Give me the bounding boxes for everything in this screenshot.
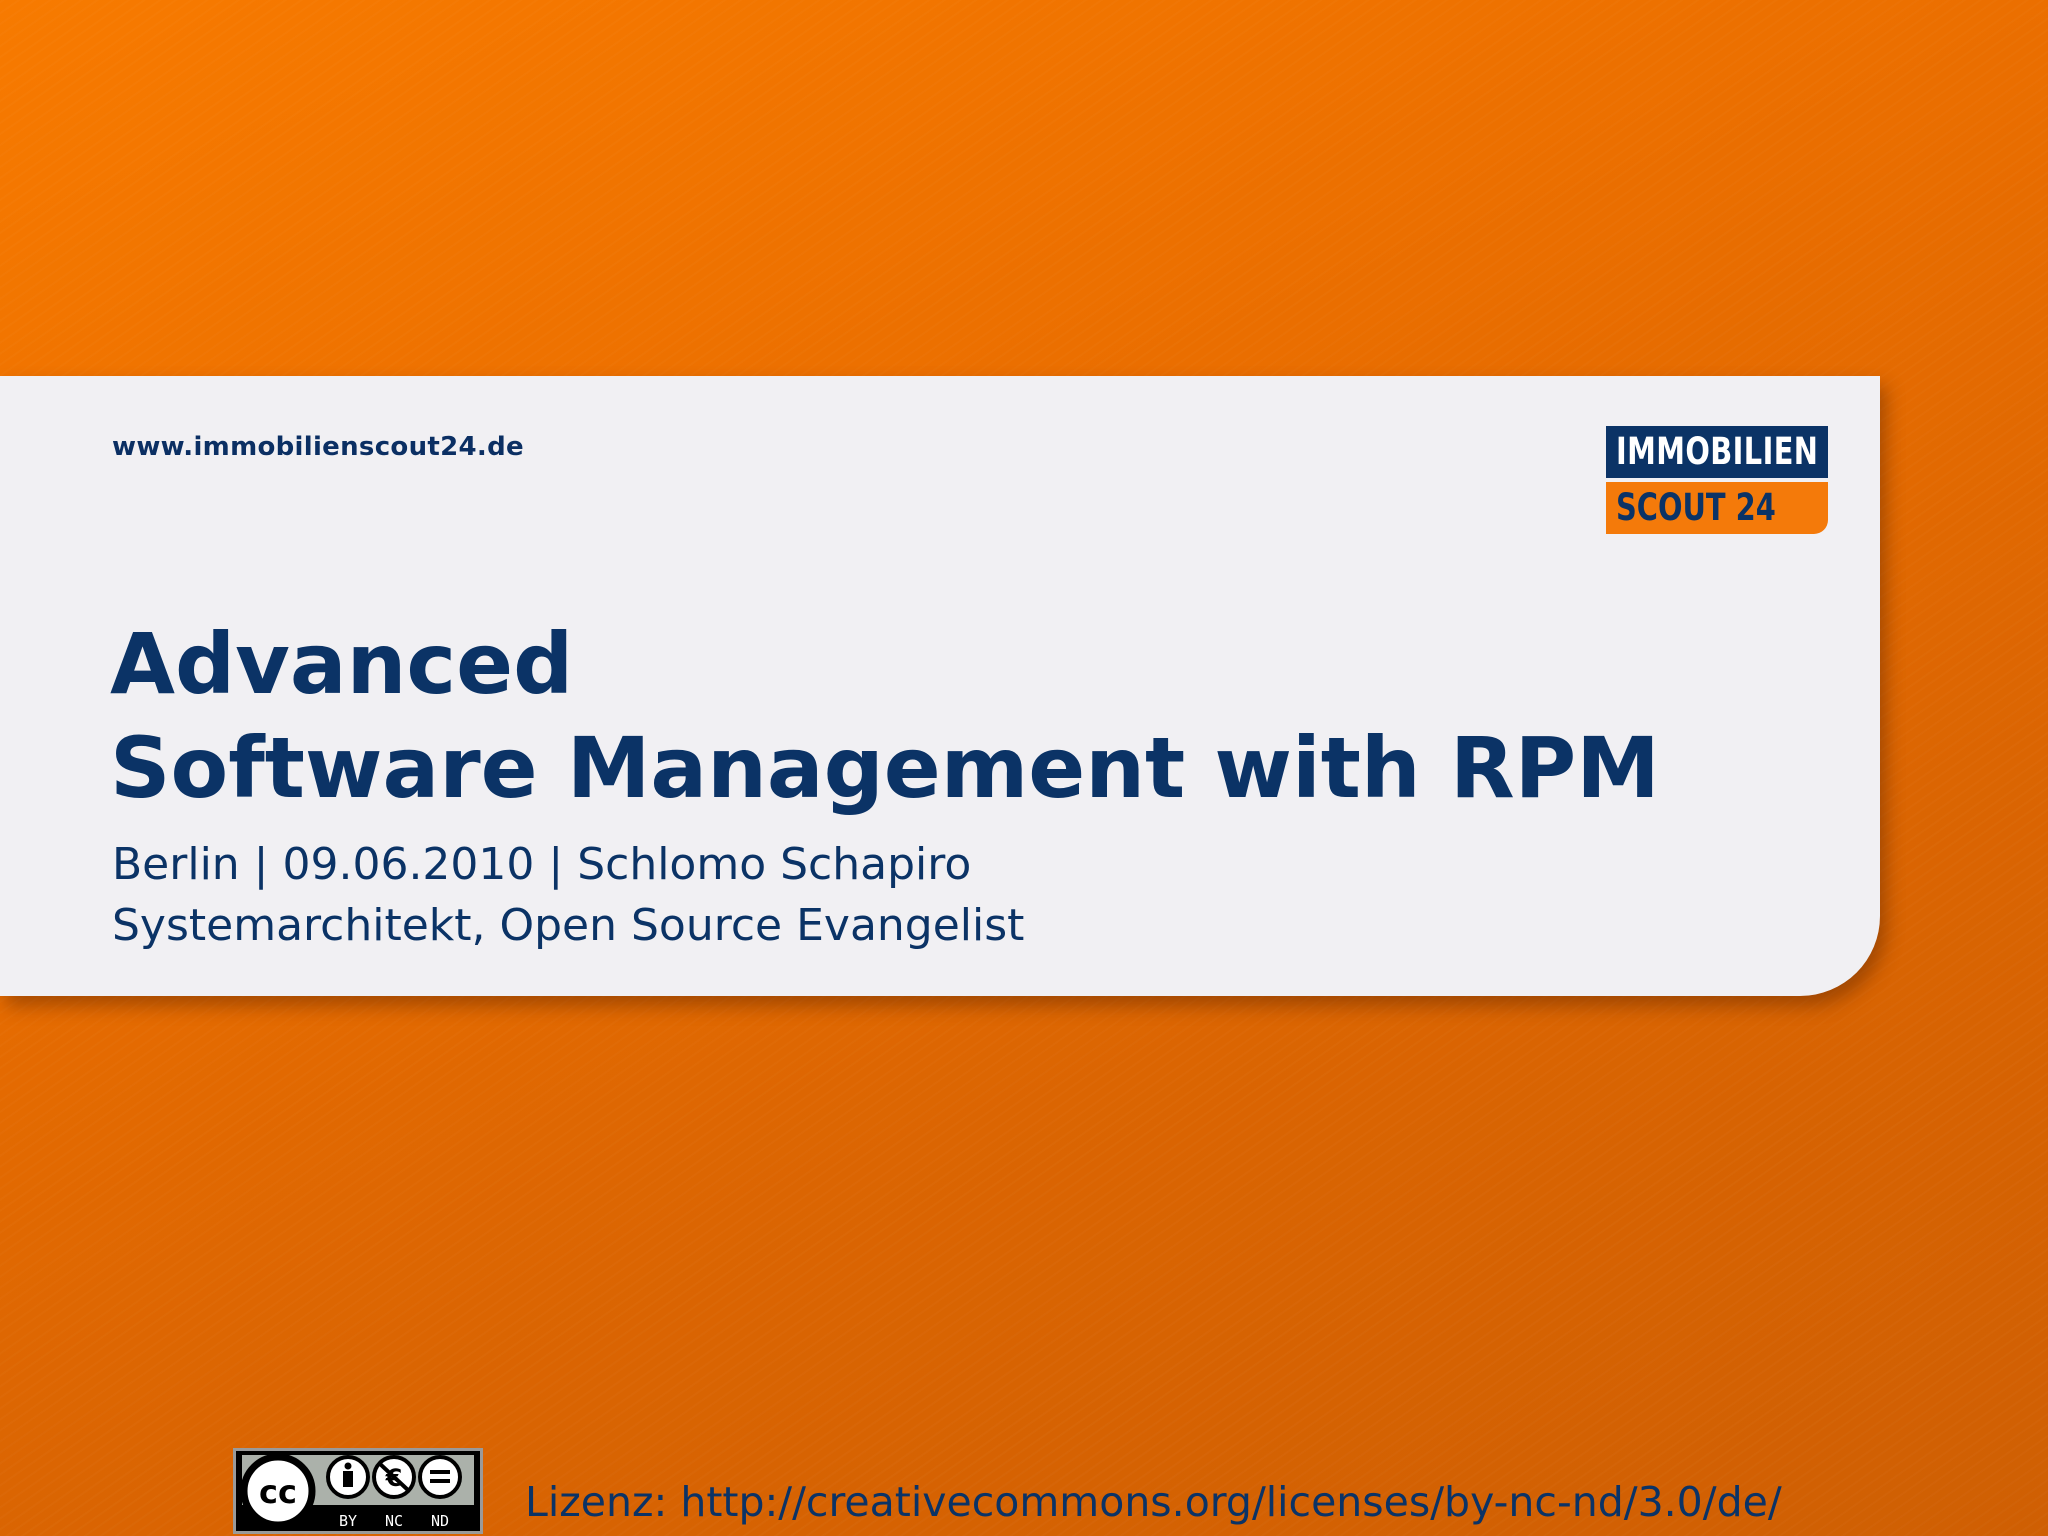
license-link[interactable]: Lizenz: http://creativecommons.org/licen…	[525, 1478, 1782, 1526]
nc-label: NC	[385, 1512, 403, 1530]
website-url[interactable]: www.immobilienscout24.de	[112, 432, 524, 462]
attribution-icon	[326, 1455, 370, 1499]
immobilienscout24-logo: IMMOBILIEN SCOUT 24	[1606, 426, 1828, 534]
nd-label: ND	[431, 1512, 449, 1530]
presentation-subtitle: Berlin | 09.06.2010 | Schlomo Schapiro S…	[112, 834, 1024, 956]
non-commercial-icon: €	[372, 1455, 416, 1499]
title-line-2: Software Management with RPM	[110, 719, 1660, 817]
logo-bottom-band: SCOUT 24	[1606, 482, 1828, 534]
no-derivatives-icon	[418, 1455, 462, 1499]
logo-line2: SCOUT 24	[1616, 486, 1776, 529]
subtitle-line-1: Berlin | 09.06.2010 | Schlomo Schapiro	[112, 839, 972, 890]
logo-top-band: IMMOBILIEN	[1606, 426, 1828, 478]
creative-commons-icon: cc	[240, 1453, 316, 1529]
title-card: www.immobilienscout24.de IMMOBILIEN SCOU…	[0, 376, 1880, 996]
presentation-title: Advanced Software Management with RPM	[110, 612, 1660, 820]
cc-badge-graphic: cc € BY NC ND	[236, 1451, 480, 1531]
subtitle-line-2: Systemarchitekt, Open Source Evangelist	[112, 900, 1025, 951]
title-line-1: Advanced	[110, 615, 574, 713]
cc-license-badge[interactable]: cc € BY NC ND	[233, 1448, 483, 1534]
by-label: BY	[339, 1512, 357, 1530]
logo-line1: IMMOBILIEN	[1616, 430, 1819, 473]
cc-letters: cc	[259, 1473, 297, 1511]
